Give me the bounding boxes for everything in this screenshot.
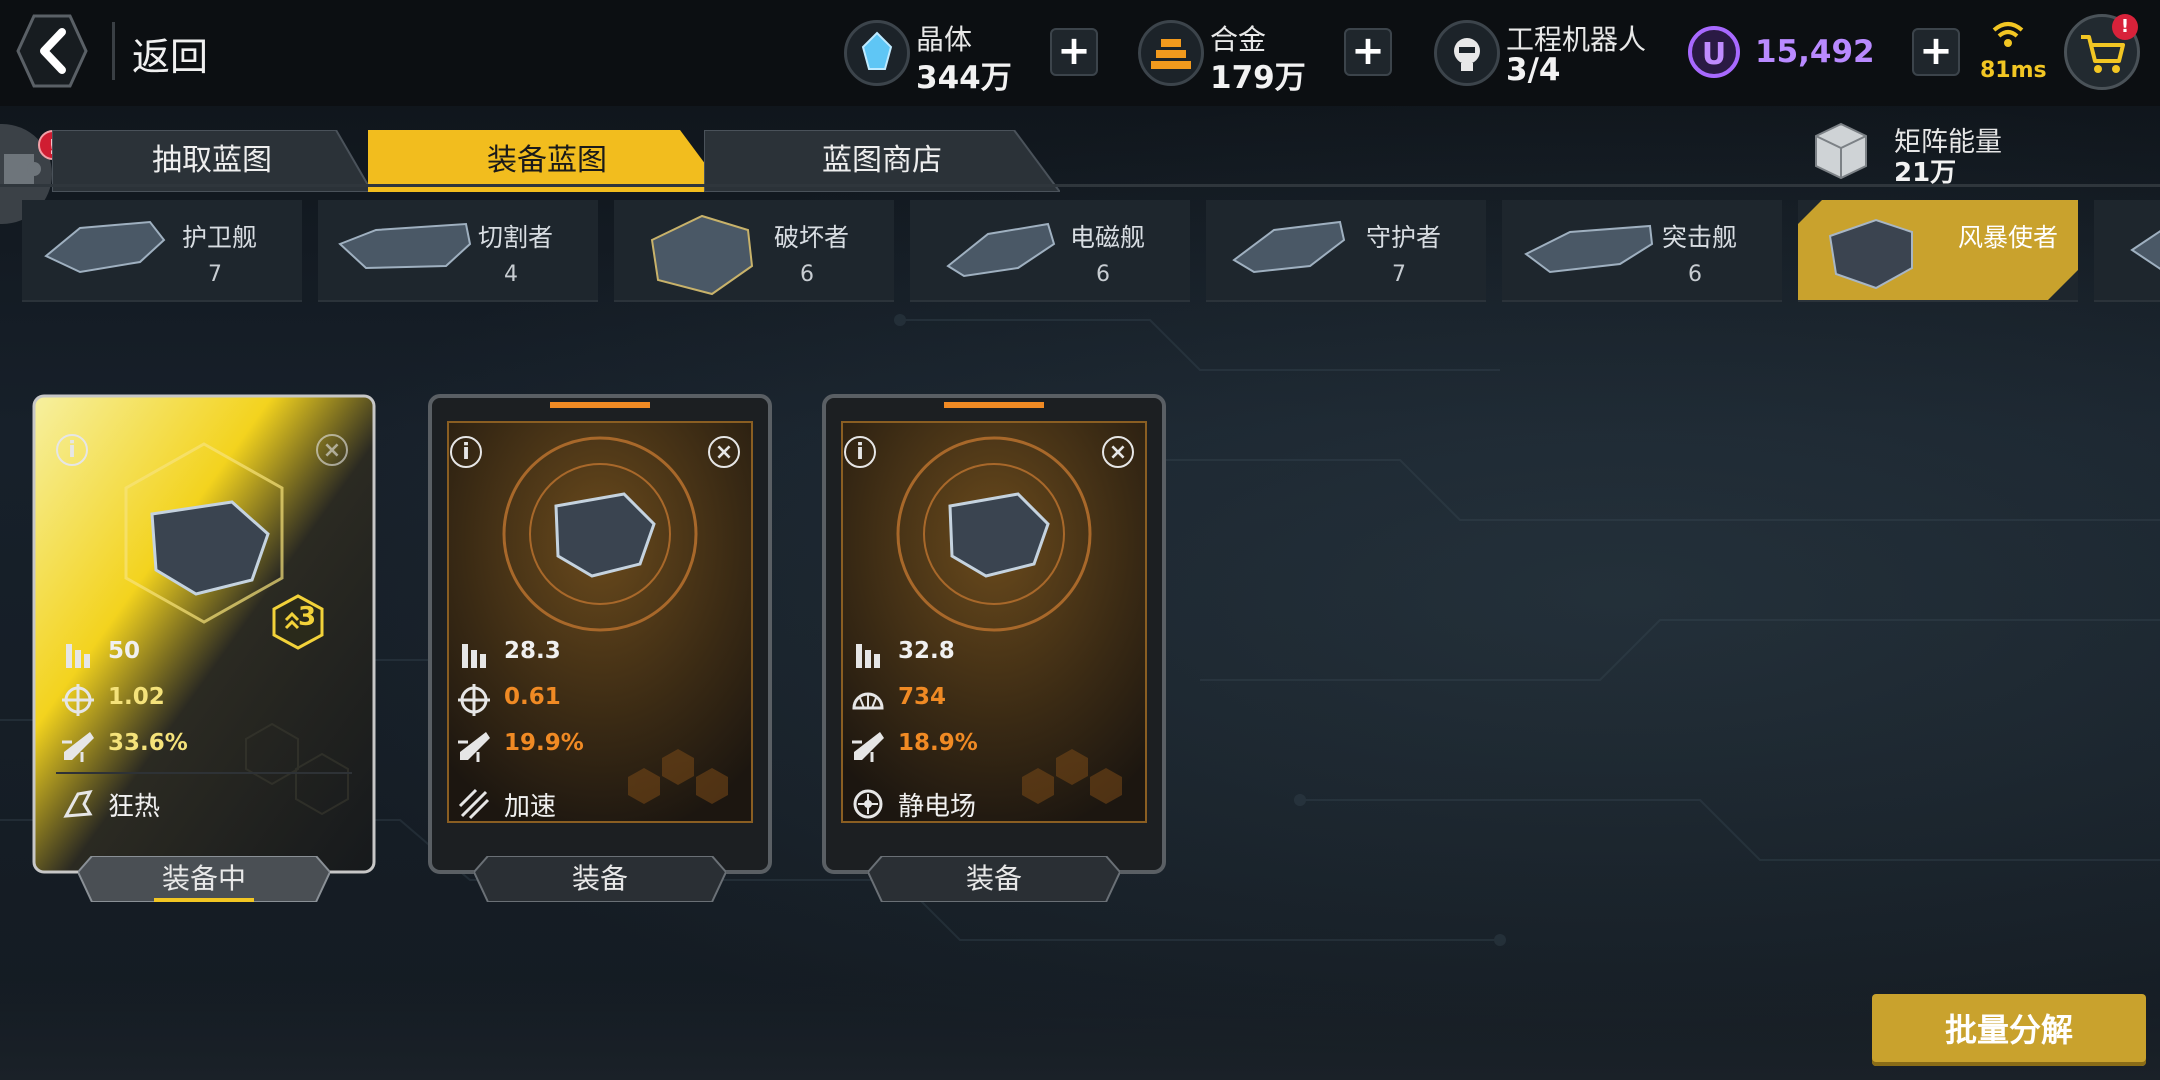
tab-label: 抽取蓝图 [152, 143, 272, 178]
button-label: 装备中 [161, 862, 246, 895]
accelerate-icon [458, 788, 490, 820]
robot-icon [1434, 20, 1500, 86]
ship-count: 4 [504, 262, 518, 287]
stat-value: 28.3 [504, 638, 561, 664]
ship-tab-escort[interactable]: 护卫舰 7 [22, 200, 302, 302]
batch-dismantle-button[interactable]: 批量分解 [1872, 994, 2146, 1066]
rocket-icon [852, 732, 884, 762]
bottom-bar [0, 980, 2160, 1080]
add-alloy-button[interactable]: + [1344, 28, 1392, 76]
premium-currency-value: 15,492 [1755, 34, 1875, 70]
button-label: 装备 [571, 862, 628, 895]
blueprint-card[interactable]: i × 32.8 734 18.9% 静电场 装备 [822, 394, 1166, 904]
info-icon[interactable]: i [844, 436, 876, 468]
stat-value: 1.02 [108, 684, 165, 710]
back-button[interactable] [16, 14, 88, 88]
rocket-icon [458, 732, 490, 762]
close-icon[interactable]: × [1102, 436, 1134, 468]
tab-label: 装备蓝图 [487, 143, 607, 178]
crystal-value: 344万 [916, 60, 1012, 96]
ship-tab-stormbringer[interactable]: 风暴使者 [1798, 200, 2078, 302]
crystal-icon [844, 20, 910, 86]
cart-alert-badge: ! [2112, 14, 2138, 40]
stat-value: 19.9% [504, 730, 584, 756]
ship-name: 风暴使者 [1958, 223, 2059, 252]
divider [56, 772, 352, 774]
frenzy-icon [63, 790, 93, 818]
alloy-icon [1138, 20, 1204, 86]
crosshair-icon [458, 684, 490, 716]
ship-name: 电磁舰 [1070, 223, 1146, 252]
rank-value: 3 [298, 602, 317, 632]
ship-selector: 护卫舰 7 切割者 4 破坏者 6 电磁舰 6 守护者 7 突击舰 6 风暴使者 [0, 200, 2160, 302]
divider [112, 22, 115, 80]
skill-label: 加速 [504, 792, 557, 822]
info-icon[interactable]: i [56, 434, 88, 466]
back-arrow-icon [16, 14, 88, 88]
premium-currency-icon: U [1688, 26, 1740, 78]
info-icon[interactable]: i [450, 436, 482, 468]
robot-value: 3/4 [1506, 52, 1561, 88]
back-label[interactable]: 返回 [132, 26, 208, 81]
ammo-icon [856, 644, 880, 668]
tab-blueprint-shop[interactable]: 蓝图商店 [704, 130, 1060, 192]
ship-count: 6 [800, 262, 814, 287]
stat-value: 32.8 [898, 638, 955, 664]
ship-tab-destroyer[interactable]: 破坏者 6 [614, 200, 894, 302]
tab-draw-blueprint[interactable]: 抽取蓝图 [52, 130, 372, 192]
static-field-icon [853, 789, 883, 819]
ship-count: 7 [1392, 262, 1406, 287]
ammo-icon [66, 644, 90, 668]
ship-tab-cutter[interactable]: 切割者 4 [318, 200, 598, 302]
tab-label: 蓝图商店 [822, 143, 942, 178]
matrix-energy-value: 21万 [1894, 158, 1957, 188]
close-icon[interactable]: × [708, 436, 740, 468]
ship-count: 7 [208, 262, 222, 287]
tab-equip-blueprint[interactable]: 装备蓝图 [368, 130, 726, 192]
alloy-value: 179万 [1210, 60, 1306, 96]
blueprint-card-equipped[interactable]: i × 3 50 1.02 33.6% 狂热 装备中 [32, 394, 376, 904]
skill-label: 静电场 [898, 792, 977, 822]
ship-name: 护卫舰 [182, 223, 258, 252]
add-premium-button[interactable]: + [1912, 28, 1960, 76]
ship-name: 切割者 [478, 223, 554, 252]
stat-value: 33.6% [108, 730, 188, 756]
ship-tab-guardian[interactable]: 守护者 7 [1206, 200, 1486, 302]
ship-name: 突击舰 [1662, 223, 1738, 252]
ship-count: 6 [1096, 262, 1110, 287]
blueprint-card[interactable]: i × 28.3 0.61 19.9% 加速 装备 [428, 394, 772, 904]
equipped-button[interactable]: 装备中 [78, 856, 330, 902]
crosshair-icon [62, 684, 94, 716]
ship-count: 6 [1688, 262, 1702, 287]
stat-value: 0.61 [504, 684, 561, 710]
rocket-icon [62, 732, 94, 762]
ship-tab-emp[interactable]: 电磁舰 6 [910, 200, 1190, 302]
ammo-icon [462, 644, 486, 668]
shield-dome-icon [852, 692, 884, 710]
equip-button[interactable]: 装备 [474, 856, 726, 902]
resource-alloy: 合金 179万 [1138, 16, 1308, 96]
ship-icon [2130, 230, 2160, 270]
matrix-cube-icon [1815, 122, 1867, 180]
add-crystal-button[interactable]: + [1050, 28, 1098, 76]
wifi-icon [1992, 22, 2024, 47]
skill-label: 狂热 [108, 792, 161, 822]
tab-underline [0, 184, 2160, 187]
ship-tab-next[interactable] [2094, 200, 2160, 302]
stat-value: 18.9% [898, 730, 978, 756]
ship-tab-assault[interactable]: 突击舰 6 [1502, 200, 1782, 302]
close-icon[interactable]: × [316, 434, 348, 466]
stat-value: 50 [108, 638, 141, 664]
ship-name: 守护者 [1366, 223, 1442, 252]
stat-value: 734 [898, 684, 947, 710]
button-label: 装备 [965, 862, 1022, 895]
resource-robot: 工程机器人 3/4 [1434, 16, 1674, 88]
ship-name: 破坏者 [774, 223, 850, 252]
ship-icon [1828, 218, 1913, 290]
equip-button[interactable]: 装备 [868, 856, 1120, 902]
ping-value: 81ms [1980, 58, 2047, 83]
resource-crystal: 晶体 344万 [844, 16, 1014, 96]
